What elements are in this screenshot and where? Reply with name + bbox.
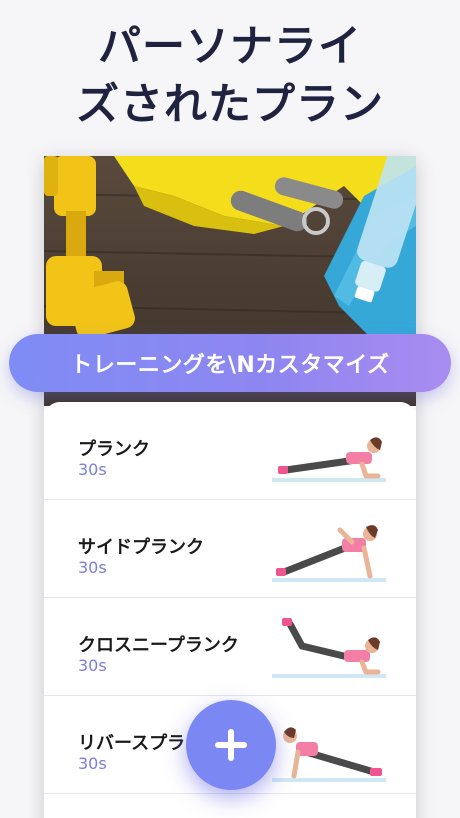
cross-knee-plank-illustration <box>272 618 386 678</box>
customize-workout-banner[interactable]: トレーニングを\Nカスタマイズ <box>9 334 451 392</box>
exercise-duration: 30s <box>78 656 107 675</box>
list-item[interactable]: プランク 30s <box>44 402 416 500</box>
add-exercise-button[interactable] <box>186 700 276 790</box>
page-title: パーソナライ ズされたプラン <box>0 18 460 134</box>
exercise-duration: 30s <box>78 558 107 577</box>
exercise-duration: 30s <box>78 754 107 773</box>
title-line-1: パーソナライ <box>98 22 362 72</box>
list-item[interactable]: クロスニープランク 30s <box>44 598 416 696</box>
list-item[interactable]: サイドプランク 30s <box>44 500 416 598</box>
plus-icon <box>215 729 247 761</box>
reverse-plank-illustration <box>272 727 386 782</box>
plank-illustration <box>272 437 386 482</box>
exercise-name: プランク <box>78 439 150 460</box>
title-line-2: ズされたプラン <box>76 80 384 130</box>
banner-label: トレーニングを\Nカスタマイズ <box>70 353 390 378</box>
exercise-name: サイドプランク <box>78 537 204 558</box>
exercise-name: クロスニープランク <box>78 635 239 656</box>
exercise-duration: 30s <box>78 460 107 479</box>
side-plank-illustration <box>272 525 386 582</box>
